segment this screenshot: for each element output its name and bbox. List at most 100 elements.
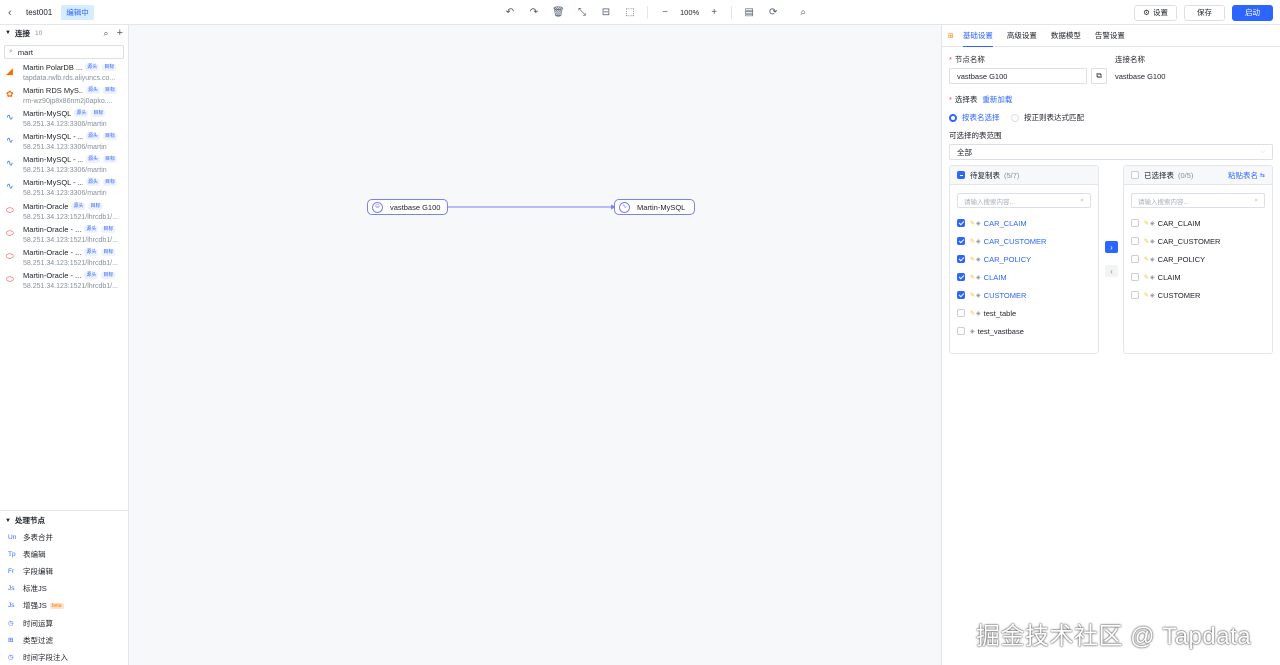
delete-icon[interactable]: 🗑 [552, 7, 565, 19]
connection-address: 58.251.34.123:3306/martin [23, 167, 107, 175]
caret-down-icon: ▼ [5, 30, 11, 36]
layout-icon[interactable]: ⊟ [600, 7, 612, 19]
range-select[interactable]: 全部 ⌵ [949, 144, 1273, 160]
redo-icon[interactable]: ↷ [528, 7, 540, 19]
copy-icon[interactable]: ⧉ [1091, 68, 1107, 84]
move-left-button[interactable]: ‹ [1105, 265, 1118, 277]
table-checkbox[interactable] [957, 309, 965, 317]
select-all-checkbox[interactable] [957, 171, 965, 179]
table-row[interactable]: ✎ ◈ CAR_CLAIM [950, 214, 1098, 232]
oracle-icon: ⬭ [6, 250, 14, 261]
table-name: CUSTOMER [983, 290, 1027, 300]
dag-canvas[interactable]: ⊖ vastbase G100 ∿ Martin-MySQL [129, 25, 941, 665]
table-checkbox[interactable] [957, 327, 965, 335]
connection-item[interactable]: ◢ Martin PolarDB ... 源头 目标 tapdata.rwlb.rds.… [0, 62, 128, 85]
table-checkbox[interactable] [1131, 237, 1139, 245]
table-checkbox[interactable] [957, 291, 965, 299]
tab-basic-settings[interactable]: 基础设置 [962, 25, 993, 47]
processing-node-item[interactable]: Js 增强JS beta [0, 597, 128, 614]
source-tag: 源头 [86, 179, 101, 187]
select-mode-icon[interactable]: ⬚ [624, 7, 636, 19]
settings-button[interactable]: ⚙ 设置 [1134, 4, 1177, 21]
table-row[interactable]: ✎ ◈ test_table [950, 304, 1098, 322]
add-icon[interactable]: + [117, 27, 123, 39]
radio-by-name[interactable]: 按表名选择 [949, 112, 1000, 123]
connection-item[interactable]: ✿ Martin RDS MyS... 源头 目标 rm-wz90jp8x86nm2j0… [0, 85, 128, 108]
processing-node-item[interactable]: Js 标准JS [0, 580, 128, 597]
table-row[interactable]: ✎ ◈ CAR_POLICY [1124, 250, 1272, 268]
table-checkbox[interactable] [1131, 255, 1139, 263]
select-all-checkbox[interactable] [1131, 171, 1139, 179]
table-row[interactable]: ✎ ◈ CAR_CUSTOMER [1124, 232, 1272, 250]
table-name: CUSTOMER [1157, 290, 1201, 300]
key-icon: ✎ [1144, 238, 1150, 245]
tab-data-model[interactable]: 数据模型 [1051, 25, 1081, 47]
processing-node-item[interactable]: Tp 表编辑 [0, 546, 128, 563]
source-tag: 源头 [84, 225, 99, 233]
select-table-label: * 选择表 重新加载 [949, 95, 1013, 104]
connection-item[interactable]: ∿ Martin-MySQL - ... 源头 目标 58.251.34.123:330… [0, 131, 128, 154]
processing-node-item[interactable]: ◷ 时间运算 [0, 614, 128, 631]
connection-search-input[interactable]: ⌕ mart [4, 45, 124, 59]
connection-item[interactable]: ⬭ Martin-Oracle 源头 目标 58.251.34.123:1521/lhr… [0, 201, 128, 224]
task-name[interactable]: test001 [26, 8, 52, 17]
table-icon: ◈ [976, 256, 981, 263]
zoom-out-icon[interactable]: − [659, 7, 671, 19]
connection-item[interactable]: ∿ Martin-MySQL - ... 源头 目标 58.251.34.123:330… [0, 177, 128, 200]
search-icon: ⌕ [9, 48, 13, 55]
processing-node-item[interactable]: Un 多表合并 [0, 529, 128, 546]
processing-node-item[interactable]: ⊞ 类型过滤 [0, 632, 128, 649]
save-button[interactable]: 保存 [1184, 4, 1225, 21]
reload-link[interactable]: 重新加载 [982, 95, 1012, 104]
back-icon[interactable]: ‹ [8, 7, 20, 19]
processing-node-item[interactable]: Fr 字段编辑 [0, 563, 128, 580]
table-checkbox[interactable] [957, 219, 965, 227]
search-icon[interactable]: ⌕ [797, 7, 809, 19]
move-right-button[interactable]: › [1105, 241, 1118, 253]
tab-advanced-settings[interactable]: 高级设置 [1007, 25, 1037, 47]
table-name: CAR_CLAIM [983, 218, 1027, 228]
clipboard-icon[interactable]: ▤ [743, 7, 755, 19]
connection-item[interactable]: ∿ Martin-MySQL 源头 目标 58.251.34.123:3306/mart… [0, 108, 128, 131]
start-button[interactable]: 启动 [1232, 4, 1273, 21]
processing-node-item[interactable]: ◷ 时间字段注入 [0, 649, 128, 665]
connections-header[interactable]: ▼ 连接 10 ⌕ + [0, 25, 128, 41]
table-checkbox[interactable] [1131, 291, 1139, 299]
undo-icon[interactable]: ↶ [504, 7, 516, 19]
table-checkbox[interactable] [957, 237, 965, 245]
source-node[interactable]: ⊖ vastbase G100 [367, 199, 448, 215]
target-node[interactable]: ∿ Martin-MySQL [614, 199, 695, 215]
paste-table-names-link[interactable]: 粘贴表名 [1228, 170, 1258, 181]
key-icon: ✎ [1144, 256, 1150, 263]
target-tag: 目标 [101, 225, 116, 233]
zoom-in-icon[interactable]: + [708, 7, 720, 19]
node-name-input[interactable]: vastbase G100 [949, 68, 1087, 84]
table-row[interactable]: ✎ ◈ CUSTOMER [950, 286, 1098, 304]
table-checkbox[interactable] [1131, 219, 1139, 227]
processing-header[interactable]: ▼ 处理节点 [0, 512, 128, 529]
node-logo-icon: ⊞ [948, 32, 954, 40]
selected-table-search[interactable]: 请输入搜索内容... ⌕ [1131, 193, 1265, 208]
connection-item[interactable]: ⬭ Martin-Oracle - ... 源头 目标 58.251.34.123:15… [0, 247, 128, 270]
table-row[interactable]: ✎ ◈ CAR_POLICY [950, 250, 1098, 268]
tab-alert-settings[interactable]: 告警设置 [1095, 25, 1125, 47]
table-row[interactable]: ✎ ◈ CLAIM [1124, 268, 1272, 286]
connection-item[interactable]: ∿ Martin-MySQL - ... 源头 目标 58.251.34.123:330… [0, 154, 128, 177]
source-table-search[interactable]: 请输入搜索内容... ⌕ [957, 193, 1091, 208]
selected-pane-title: 已选择表 [1144, 170, 1174, 180]
table-row[interactable]: ✎ ◈ CAR_CUSTOMER [950, 232, 1098, 250]
table-checkbox[interactable] [1131, 273, 1139, 281]
table-row[interactable]: ✎ ◈ CAR_CLAIM [1124, 214, 1272, 232]
radio-by-regex[interactable]: 按正则表达式匹配 [1011, 112, 1084, 123]
table-checkbox[interactable] [957, 273, 965, 281]
table-checkbox[interactable] [957, 255, 965, 263]
connection-item[interactable]: ⬭ Martin-Oracle - ... 源头 目标 58.251.34.123:15… [0, 270, 128, 293]
refresh-icon[interactable]: ⟳ [767, 7, 779, 19]
connections-count: 10 [34, 29, 43, 37]
table-row[interactable]: ◈ test_vastbase [950, 322, 1098, 340]
fit-view-icon[interactable]: ⤡ [576, 7, 588, 19]
table-row[interactable]: ✎ ◈ CUSTOMER [1124, 286, 1272, 304]
connection-item[interactable]: ⬭ Martin-Oracle - ... 源头 目标 58.251.34.123:15… [0, 224, 128, 247]
table-row[interactable]: ✎ ◈ CLAIM [950, 268, 1098, 286]
search-icon[interactable]: ⌕ [104, 28, 109, 39]
